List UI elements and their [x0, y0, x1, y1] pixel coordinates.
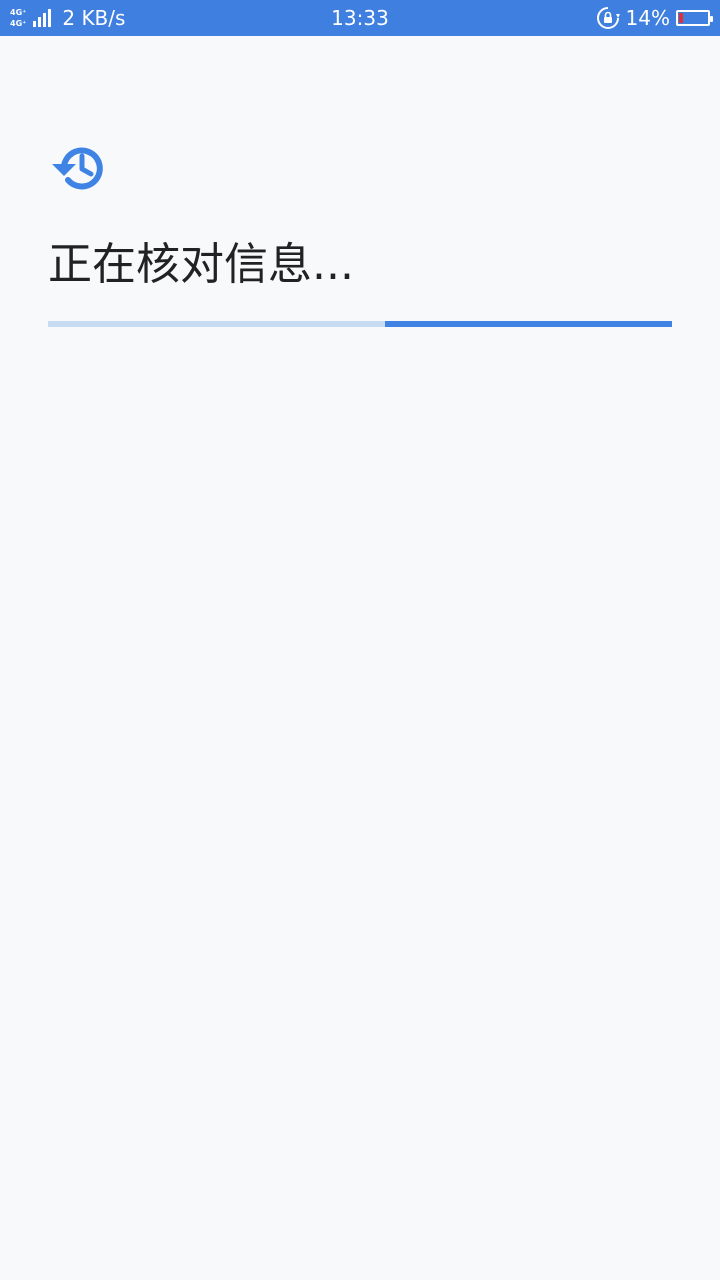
battery-percent: 14%: [625, 6, 670, 30]
battery-level-fill: [679, 13, 683, 23]
status-bar-right: 14%: [596, 0, 713, 36]
status-bar: 4G⁺ 4G⁺ 2 KB/s 13:33 14%: [0, 0, 720, 36]
page-title: 正在核对信息...: [48, 239, 354, 290]
main-content: 正在核对信息...: [0, 36, 720, 1280]
progress-bar-fill: [385, 321, 672, 327]
battery-icon: [676, 10, 713, 26]
rotation-lock-icon: [596, 7, 620, 29]
progress-bar: [48, 321, 672, 327]
history-icon: [52, 147, 103, 190]
